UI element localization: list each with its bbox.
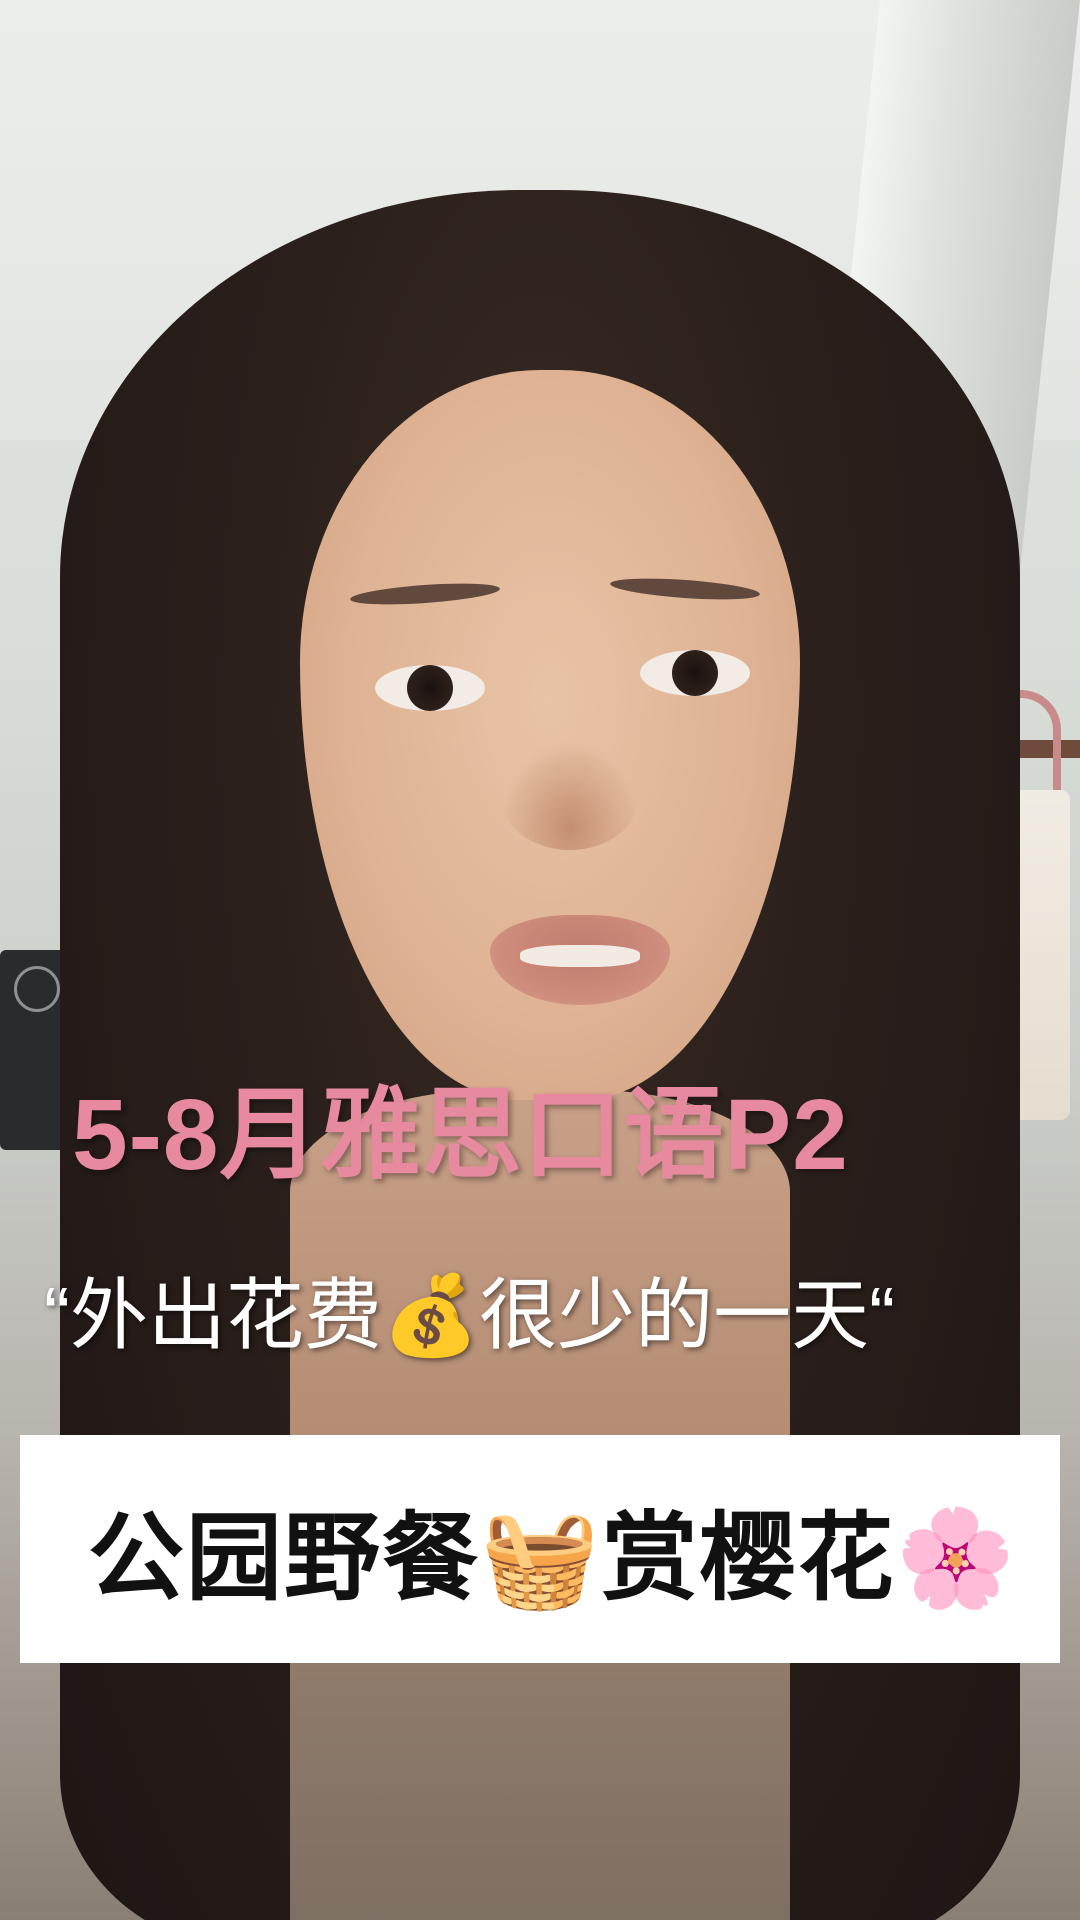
- right-iris: [672, 650, 718, 696]
- monitor-logo-icon: [14, 966, 60, 1012]
- answer-banner: 公园野餐🧺赏樱花🌸: [20, 1435, 1060, 1663]
- right-eye: [640, 650, 750, 696]
- answer-banner-text: 公园野餐🧺赏樱花🌸: [88, 1500, 1018, 1614]
- left-iris: [407, 665, 453, 711]
- left-eye: [375, 665, 485, 711]
- nose: [500, 740, 640, 850]
- video-title-caption: 5-8月雅思口语P2: [72, 1079, 849, 1191]
- video-frame: 5-8月雅思口语P2 “外出花费💰很少的一天“ 公园野餐🧺赏樱花🌸: [0, 0, 1080, 1920]
- teeth: [520, 945, 640, 967]
- topic-subtitle-caption: “外出花费💰很少的一天“: [44, 1271, 896, 1359]
